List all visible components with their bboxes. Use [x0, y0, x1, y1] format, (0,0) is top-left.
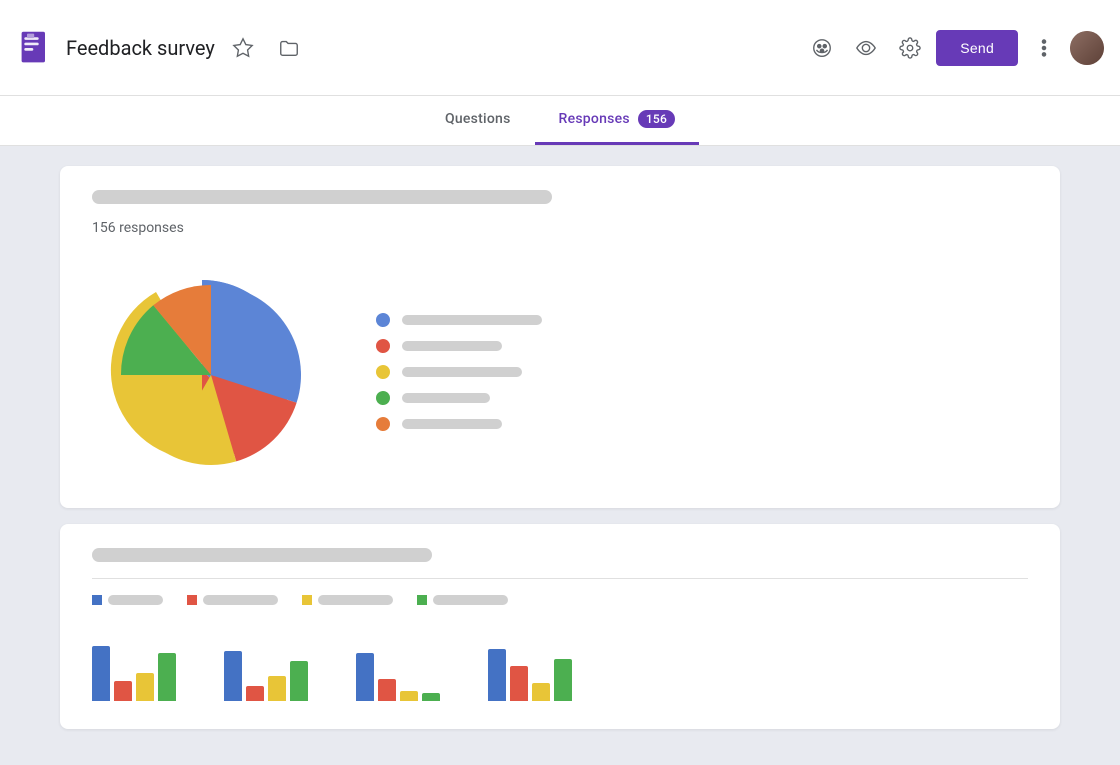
- legend-square-green: [417, 595, 427, 605]
- bar-legend-item: [187, 595, 278, 605]
- page-title: Feedback survey: [66, 36, 215, 60]
- folder-button[interactable]: [271, 30, 307, 66]
- bar-divider: [92, 578, 1028, 579]
- bar-group: [92, 646, 176, 701]
- legend-item: [376, 365, 616, 379]
- bar-green: [422, 693, 440, 701]
- bar-green: [158, 653, 176, 701]
- bar-blue: [488, 649, 506, 701]
- legend-item: [376, 339, 616, 353]
- avatar-image: [1070, 31, 1104, 65]
- bar-group: [488, 649, 572, 701]
- bar-red: [378, 679, 396, 701]
- legend-item: [376, 313, 616, 327]
- responses-badge: 156: [638, 110, 675, 128]
- bar-legend-item: [302, 595, 393, 605]
- bar-group: [224, 651, 308, 701]
- header-right: Send: [804, 30, 1104, 66]
- legend-dot-green: [376, 391, 390, 405]
- bar-legend-label: [203, 595, 278, 605]
- legend-label-bar: [402, 419, 502, 429]
- response-count: 156 responses: [92, 220, 1028, 236]
- pie-card-content: [92, 260, 1028, 484]
- send-button[interactable]: Send: [936, 30, 1018, 66]
- legend-dot-yellow: [376, 365, 390, 379]
- settings-button[interactable]: [892, 30, 928, 66]
- legend-dot-orange: [376, 417, 390, 431]
- star-button[interactable]: [225, 30, 261, 66]
- question-title-bar: [92, 190, 552, 204]
- bar-yellow: [400, 691, 418, 701]
- legend-item: [376, 391, 616, 405]
- legend-square-yellow: [302, 595, 312, 605]
- bar-red: [114, 681, 132, 701]
- bar-legend-item: [417, 595, 508, 605]
- bar-red: [246, 686, 264, 701]
- bar-blue: [356, 653, 374, 701]
- bar-chart-title-bar: [92, 548, 432, 562]
- bar-green: [290, 661, 308, 701]
- avatar[interactable]: [1070, 31, 1104, 65]
- bar-blue: [92, 646, 110, 701]
- legend-square-blue: [92, 595, 102, 605]
- legend-label-bar: [402, 315, 542, 325]
- header: Feedback survey: [0, 0, 1120, 96]
- bar-legend-label: [108, 595, 163, 605]
- more-button[interactable]: [1026, 30, 1062, 66]
- pie-chart-card: 156 responses: [60, 166, 1060, 508]
- preview-button[interactable]: [848, 30, 884, 66]
- palette-button[interactable]: [804, 30, 840, 66]
- tabs: Questions Responses 156: [0, 96, 1120, 146]
- bar-chart-card: [60, 524, 1060, 729]
- bar-yellow: [268, 676, 286, 701]
- bar-green: [554, 659, 572, 701]
- legend-label-bar: [402, 393, 490, 403]
- bar-legend-label: [433, 595, 508, 605]
- legend-item: [376, 417, 616, 431]
- forms-icon: [16, 28, 56, 68]
- legend-dot-blue: [376, 313, 390, 327]
- bar-red: [510, 666, 528, 701]
- legend-label-bar: [402, 341, 502, 351]
- pie-chart: [92, 260, 316, 484]
- tab-responses[interactable]: Responses 156: [535, 96, 700, 145]
- header-left: Feedback survey: [16, 28, 804, 68]
- main-content: 156 responses: [0, 146, 1120, 765]
- legend-label-bar: [402, 367, 522, 377]
- chart-legend: [376, 313, 616, 431]
- bar-yellow: [136, 673, 154, 701]
- legend-dot-red: [376, 339, 390, 353]
- bar-group: [356, 653, 440, 701]
- tab-questions[interactable]: Questions: [421, 96, 535, 145]
- bar-legend-label: [318, 595, 393, 605]
- bar-chart-legend: [92, 595, 1028, 605]
- bars-container: [92, 625, 1028, 705]
- bar-blue: [224, 651, 242, 701]
- legend-square-red: [187, 595, 197, 605]
- bar-yellow: [532, 683, 550, 701]
- bar-legend-item: [92, 595, 163, 605]
